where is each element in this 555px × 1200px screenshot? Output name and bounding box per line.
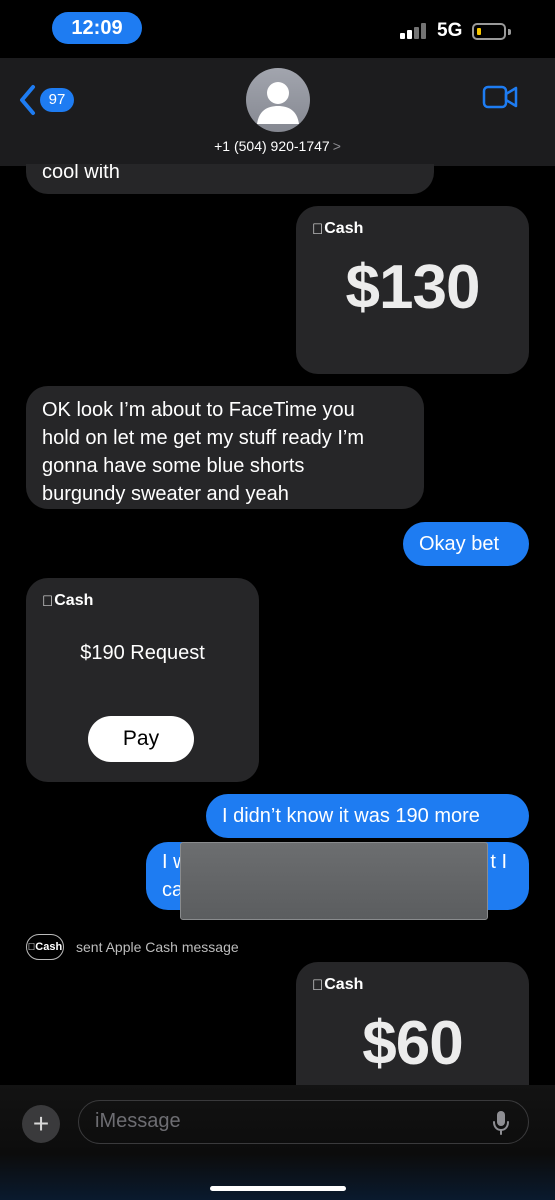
- message-text: OK look I’m about to FaceTime you hold o…: [42, 399, 365, 505]
- system-text: sent Apple Cash message: [76, 939, 239, 955]
- outgoing-message[interactable]: Okay bet: [403, 522, 529, 566]
- video-camera-icon[interactable]: [482, 84, 518, 110]
- avatar[interactable]: [246, 68, 310, 132]
- battery-nub: [508, 29, 511, 35]
- apple-logo-icon: : [312, 221, 323, 238]
- back-button-overlay[interactable]: 97: [18, 82, 78, 118]
- message-text: Okay bet: [419, 533, 500, 555]
- request-label: $190 Request: [80, 642, 205, 664]
- apple-cash-request[interactable]: Cash $190 Request Pay: [26, 578, 259, 782]
- system-notice: Cash sent Apple Cash message: [26, 933, 239, 961]
- status-bar: 12:09 5G: [0, 0, 555, 58]
- network-type: 5G: [437, 20, 463, 41]
- home-indicator: [210, 1186, 346, 1191]
- header-overlay: 97 +1 (504) 920-1747 >: [0, 58, 555, 166]
- apple-cash-logo: Cash: [312, 976, 363, 994]
- cash-amount: $130: [345, 253, 481, 322]
- plus-icon[interactable]: +: [22, 1105, 60, 1143]
- apple-cash-badge: Cash: [26, 934, 64, 960]
- unread-badge: 97: [40, 88, 74, 112]
- contact-name[interactable]: +1 (504) 920-1747>: [0, 138, 555, 154]
- chevron-right-icon: >: [332, 138, 341, 154]
- apple-logo-icon: : [312, 977, 323, 994]
- status-time[interactable]: 12:09: [52, 12, 142, 44]
- pay-button[interactable]: Pay: [88, 716, 194, 762]
- imessage-input[interactable]: iMessage: [78, 1100, 529, 1144]
- microphone-icon[interactable]: [492, 1110, 510, 1136]
- redaction-box: [180, 842, 488, 920]
- incoming-message[interactable]: OK look I’m about to FaceTime you hold o…: [26, 386, 424, 509]
- battery-icon: [472, 23, 506, 40]
- chevron-left-icon: [20, 85, 35, 115]
- apple-cash-logo: Cash: [42, 592, 93, 610]
- apple-cash-payment[interactable]: Cash $130: [296, 206, 529, 374]
- contact-number: +1 (504) 920-1747: [214, 138, 330, 154]
- cellular-signal-icon: [400, 23, 430, 39]
- apple-logo-icon: : [42, 593, 53, 610]
- message-text-end: t I: [490, 851, 507, 873]
- apple-cash-logo: Cash: [312, 220, 363, 238]
- outgoing-message[interactable]: I didn’t know it was 190 more: [206, 794, 529, 838]
- composer-bar: + iMessage: [0, 1085, 555, 1200]
- person-silhouette-icon: [257, 82, 299, 124]
- cash-amount: $60: [362, 1009, 463, 1078]
- message-text: I didn’t know it was 190 more: [222, 805, 480, 827]
- apple-logo-icon: : [28, 942, 36, 953]
